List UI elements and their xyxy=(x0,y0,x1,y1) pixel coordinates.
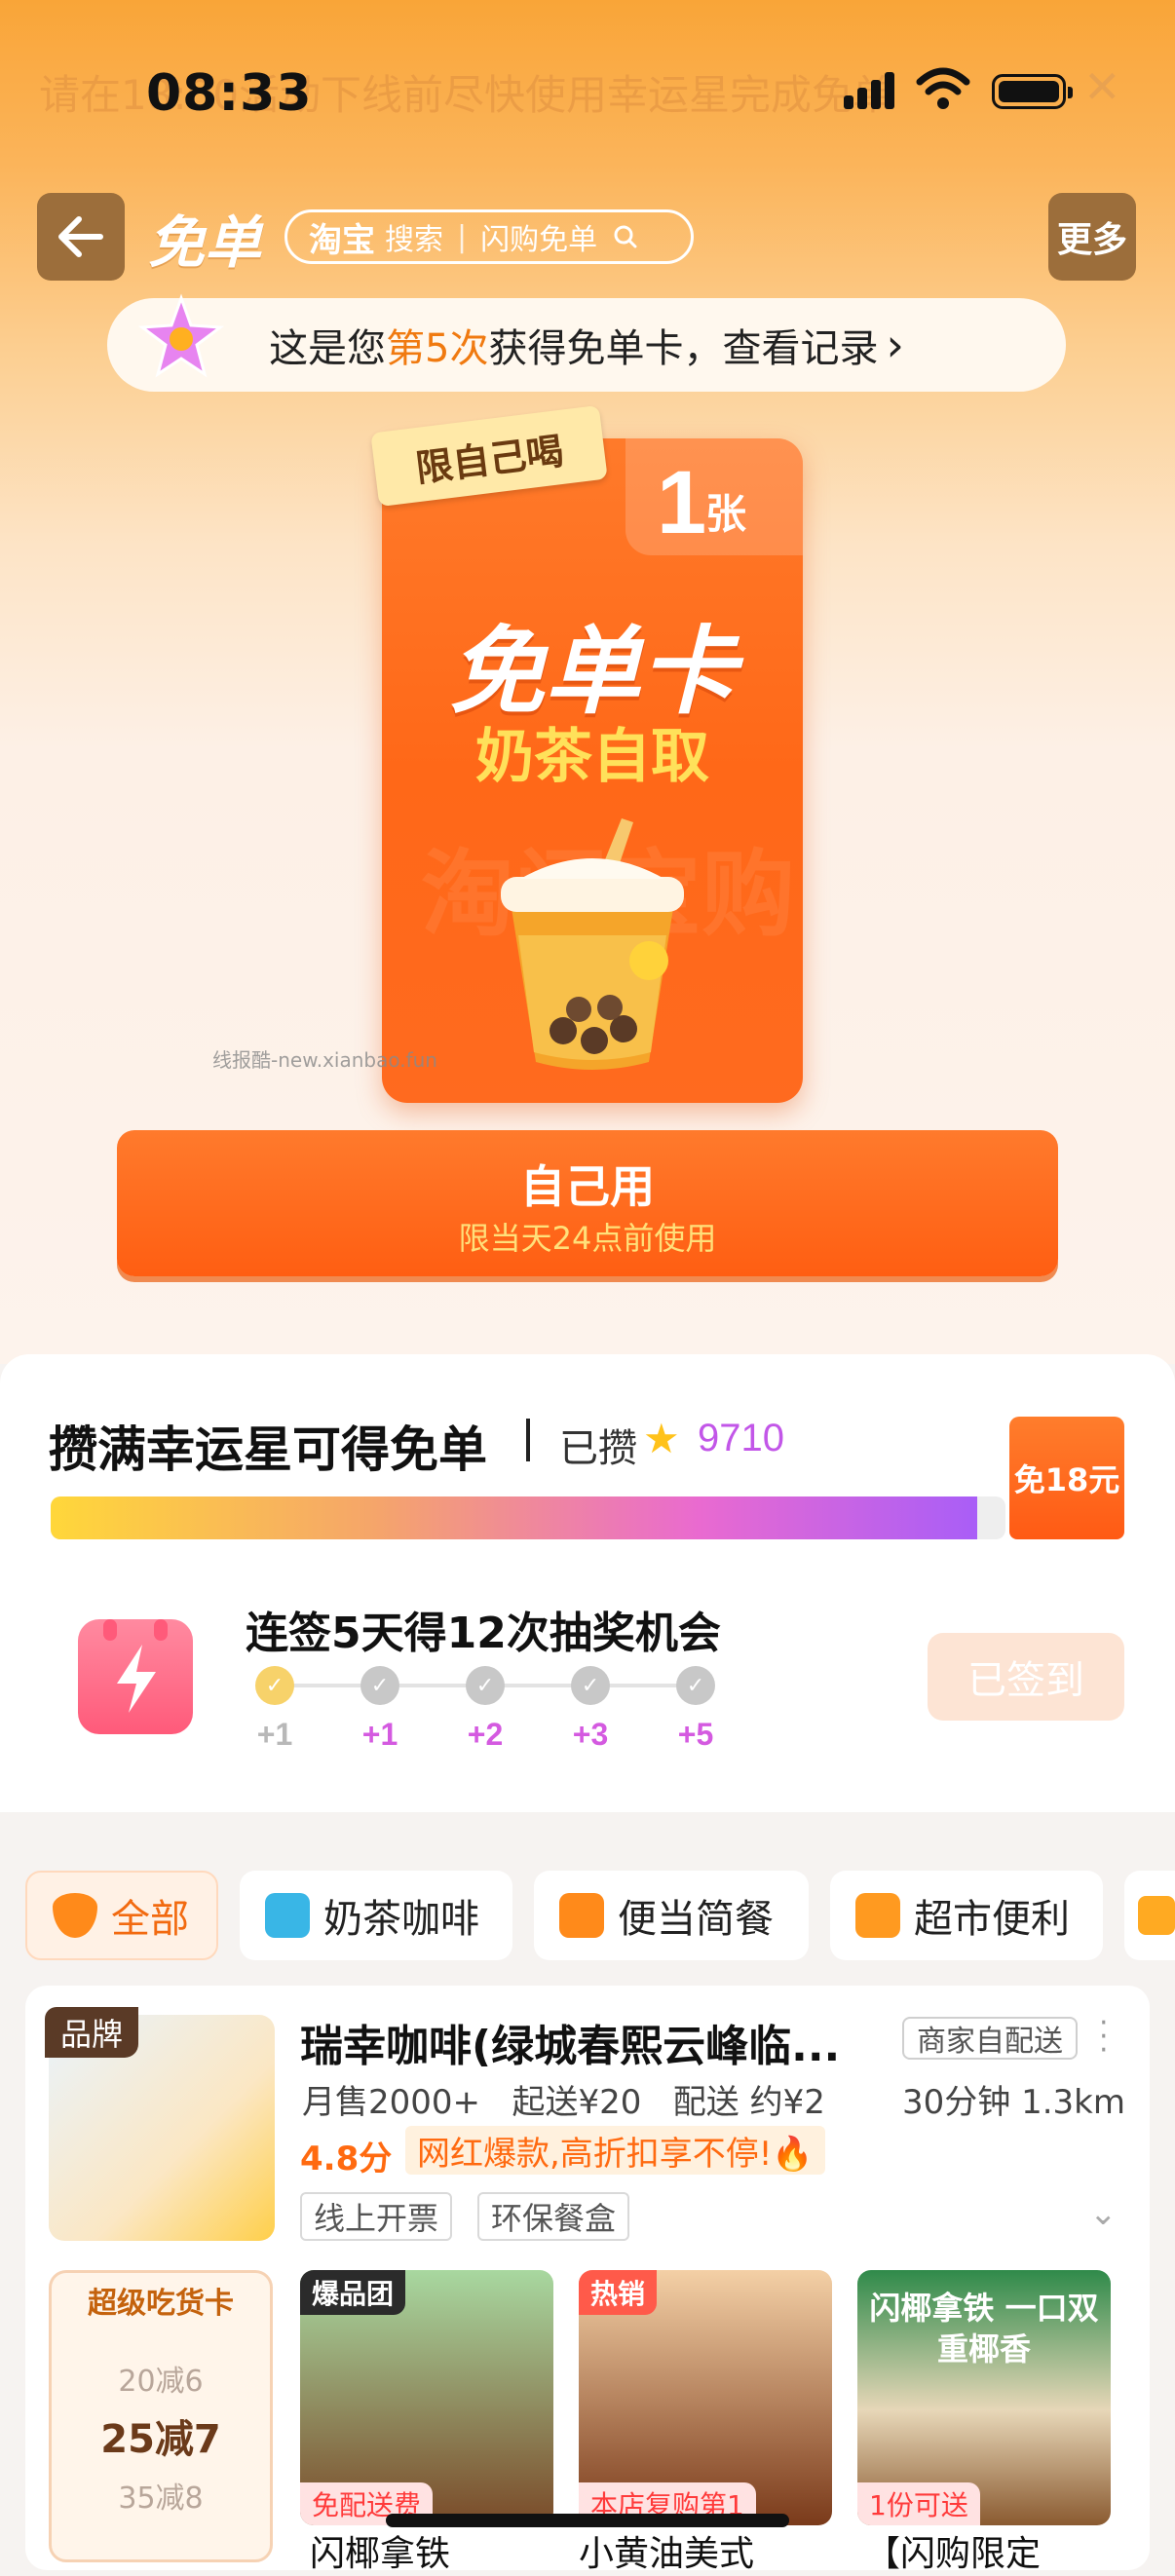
coupon-tier-main: 25减7 xyxy=(100,2417,221,2462)
step-reward: +3 xyxy=(572,1717,609,1752)
search-icon xyxy=(614,225,637,248)
milk-tea-icon xyxy=(501,818,684,1070)
more-button[interactable]: 更多 xyxy=(1048,193,1136,281)
product-name: 闪椰拿铁 xyxy=(310,2534,451,2574)
product-overlay-text: 闪椰拿铁 一口双重椰香 xyxy=(869,2290,1099,2368)
tab-label: 全部 xyxy=(111,1897,189,1942)
back-button[interactable] xyxy=(37,193,125,281)
step-5: ✓ xyxy=(676,1666,715,1705)
tab-label: 奶茶咖啡 xyxy=(323,1897,479,1942)
record-prefix: 这是您 xyxy=(269,326,387,371)
bento-icon xyxy=(559,1893,604,1938)
product-tag: 热销 xyxy=(579,2270,658,2315)
card-count: 1 xyxy=(657,453,707,552)
collected-label: 已攒 xyxy=(559,1426,637,1471)
category-tabs: 全部 奶茶咖啡 便当简餐 超市便利 xyxy=(0,1871,1175,1960)
checked-in-button[interactable]: 已签到 xyxy=(928,1633,1124,1721)
use-button-label: 自己用 xyxy=(520,1160,655,1213)
wifi-icon xyxy=(916,67,970,109)
delivery-fee: 配送 约¥2 xyxy=(672,2083,825,2122)
step-4: ✓ xyxy=(571,1666,610,1705)
free-order-card: 淘闪宝购 1 张 免单卡 奶茶自取 xyxy=(382,438,803,1103)
monthly-sales: 月售2000+ xyxy=(302,2083,481,2122)
invoice-chip: 线上开票 xyxy=(300,2192,453,2241)
step-3: ✓ xyxy=(466,1666,505,1705)
brand-badge: 品牌 xyxy=(45,2007,138,2058)
progress-title: 攒满幸运星可得免单 xyxy=(49,1421,487,1478)
product-tag: 爆品团 xyxy=(300,2270,406,2315)
use-button-note: 限当天24点前使用 xyxy=(458,1220,717,1257)
page-title: 免单 xyxy=(148,209,262,276)
search-label: 搜索 xyxy=(385,223,443,257)
search-bar[interactable]: 淘宝 搜索 | 闪购免单 xyxy=(284,209,694,264)
home-indicator[interactable] xyxy=(386,2514,789,2527)
record-link[interactable]: 这是您 第5次 获得免单卡，查看记录 › xyxy=(107,298,1066,392)
use-myself-button[interactable]: 自己用 限当天24点前使用 xyxy=(117,1130,1058,1276)
arrow-left-icon xyxy=(58,216,103,257)
tab-more[interactable] xyxy=(1124,1871,1175,1960)
coupon-tier-1: 20减6 xyxy=(118,2365,204,2399)
product-badge: 1份可送 xyxy=(857,2482,980,2525)
card-count-unit: 张 xyxy=(705,490,747,538)
tab-milk-tea-coffee[interactable]: 奶茶咖啡 xyxy=(240,1871,512,1960)
eco-box-chip: 环保餐盒 xyxy=(477,2192,630,2241)
star-icon: ★ xyxy=(643,1415,680,1462)
coupon-head: 超级吃货卡 xyxy=(88,2287,234,2321)
product-card[interactable]: 热销 本店复购第1 xyxy=(579,2270,832,2525)
store-name: 瑞幸咖啡(绿城春熙云峰临... xyxy=(300,2022,841,2071)
tab-label: 超市便利 xyxy=(914,1897,1070,1942)
banner-close-icon[interactable]: ✕ xyxy=(1083,60,1121,113)
tab-bento[interactable]: 便当简餐 xyxy=(534,1871,809,1960)
product-card[interactable]: 爆品团 免配送费 xyxy=(300,2270,553,2525)
product-name: 小黄油美式 xyxy=(579,2534,755,2574)
product-name: 【闪购限定 xyxy=(865,2534,1042,2574)
chevron-down-icon[interactable]: ⌄ xyxy=(1089,2194,1118,2233)
tab-supermarket[interactable]: 超市便利 xyxy=(830,1871,1103,1960)
bowl-icon xyxy=(53,1893,97,1938)
step-reward: +1 xyxy=(256,1717,293,1752)
store-meta: 月售2000+ 起送¥20 配送 约¥2 xyxy=(302,2075,825,2123)
search-hint: 闪购免单 xyxy=(480,223,598,257)
delivery-badge: 商家自配送 xyxy=(902,2017,1078,2060)
step-reward: +2 xyxy=(467,1717,504,1752)
record-count: 第5次 xyxy=(386,326,489,371)
chevron-right-icon: › xyxy=(886,319,904,371)
shop-icon xyxy=(855,1893,900,1938)
reward-badge: 免18元 xyxy=(1009,1417,1124,1539)
tab-all[interactable]: 全部 xyxy=(25,1871,218,1960)
more-dots-icon[interactable]: · · · xyxy=(1099,2009,1109,2065)
checkin-title: 连签5天得12次抽奖机会 xyxy=(246,1609,721,1658)
battery-icon xyxy=(992,74,1073,109)
foodie-coupon[interactable]: 超级吃货卡 20减6 25减7 35减8 xyxy=(49,2270,273,2562)
taobao-logo-text: 淘宝 xyxy=(309,220,375,260)
star-wand-icon xyxy=(137,293,225,378)
step-reward: +1 xyxy=(361,1717,398,1752)
star-count: 9710 xyxy=(698,1417,784,1459)
record-suffix: 获得免单卡，查看记录 xyxy=(488,326,879,371)
watermark-text: 线报酷-new.xianbao.fun xyxy=(212,1048,437,1072)
progress-bar xyxy=(51,1496,1005,1539)
card-subtitle: 奶茶自取 xyxy=(475,723,709,791)
promo-text: 网红爆款,高折扣享不停!🔥 xyxy=(405,2126,825,2175)
product-card[interactable]: 闪椰拿铁 一口双重椰香 1份可送 xyxy=(857,2270,1111,2525)
tab-label: 便当简餐 xyxy=(618,1897,774,1942)
min-order: 起送¥20 xyxy=(512,2083,642,2122)
time-distance: 30分钟 1.3km xyxy=(902,2083,1125,2122)
progress-fill xyxy=(51,1496,977,1539)
calendar-bolt-icon xyxy=(78,1619,193,1734)
status-time: 08:33 xyxy=(146,64,313,123)
coupon-tier-3: 35减8 xyxy=(118,2481,204,2516)
step-1: ✓ xyxy=(255,1666,294,1705)
step-reward: +5 xyxy=(677,1717,714,1752)
progress-divider xyxy=(526,1419,530,1461)
more-tab-icon xyxy=(1138,1896,1175,1935)
cup-icon xyxy=(265,1893,310,1938)
step-2: ✓ xyxy=(360,1666,399,1705)
signal-icon xyxy=(844,70,898,109)
store-score: 4.8分 xyxy=(300,2140,393,2178)
search-separator: | xyxy=(457,219,468,254)
